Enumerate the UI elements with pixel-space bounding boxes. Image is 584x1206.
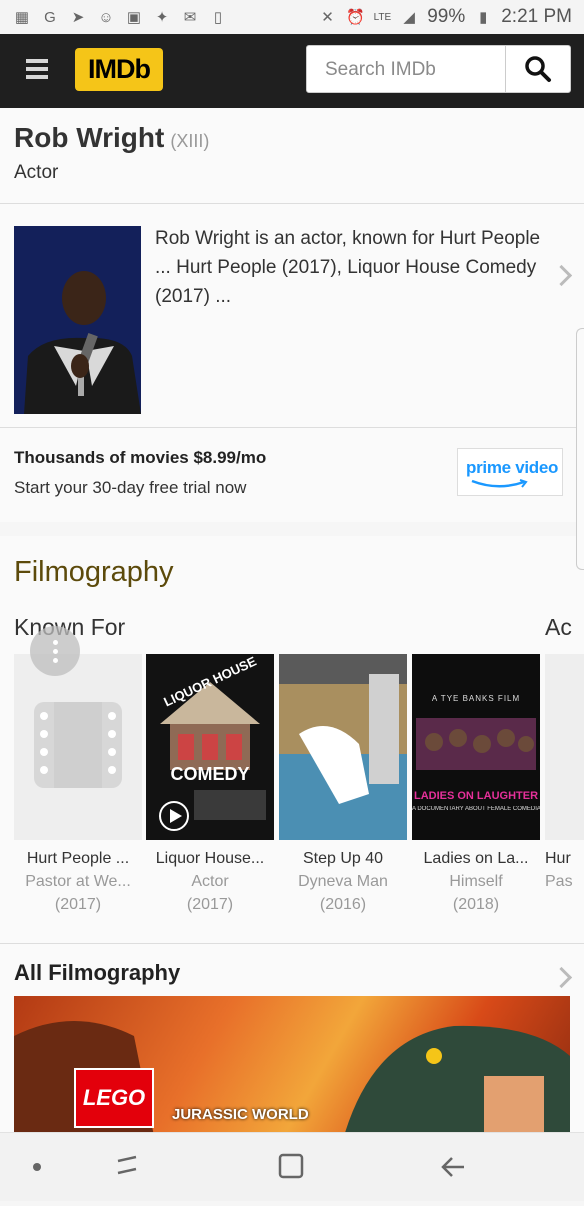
filmography-section: Filmography Known For Ac Hurt People ...… xyxy=(0,536,584,944)
banner-brand: LEGO xyxy=(74,1068,154,1128)
all-filmography-section[interactable]: All Filmography LEGO JURASSIC WORLD xyxy=(0,944,584,1132)
poster-placeholder xyxy=(545,654,584,840)
back-icon xyxy=(441,1157,464,1177)
card-title: Hur xyxy=(545,850,571,867)
signal-icon: ◢ xyxy=(403,9,415,26)
card-role: Pastor at We... xyxy=(25,873,131,890)
status-bar: ▦ G ➤ ☺ ▣ ✦ ✉ ▯ ✕ ⏰ LTE ◢ 99% ▮ 2:21 PM xyxy=(0,0,584,34)
clock: 2:21 PM xyxy=(501,6,572,27)
notification-icons: ▦ G ➤ ☺ ▣ ✦ ✉ ▯ xyxy=(12,7,228,27)
dot-icon xyxy=(52,639,58,645)
card-year: (2018) xyxy=(452,896,500,913)
poster-step-up xyxy=(279,654,407,840)
imdb-logo[interactable]: IMDb xyxy=(75,48,163,91)
mail-icon: ✉ xyxy=(183,9,197,26)
poster-credit: A TYE BANKS FILM xyxy=(431,694,521,703)
person-photo-illustration xyxy=(14,226,141,414)
card-year: (2017) xyxy=(186,896,234,913)
chevron-right-icon xyxy=(550,264,573,287)
card-year: (2016) xyxy=(319,896,367,913)
person-role: Actor xyxy=(14,162,59,183)
filmography-heading: Filmography xyxy=(14,556,174,588)
poster-title-bottom: COMEDY xyxy=(170,764,250,784)
card-year: (2017) xyxy=(54,896,102,913)
prime-video-text: prime video xyxy=(466,458,559,477)
poster-art xyxy=(279,654,407,840)
system-icons: ✕ ⏰ LTE ◢ 99% ▮ 2:21 PM xyxy=(318,6,572,28)
promo-title: Thousands of movies $8.99/mo xyxy=(14,448,267,467)
known-for-card[interactable]: Step Up 40 Dyneva Man (2016) xyxy=(279,654,407,914)
alarm-icon: ⏰ xyxy=(346,9,365,26)
scroll-handle[interactable] xyxy=(576,328,584,570)
name-header: Rob Wright (XIII) Actor xyxy=(0,108,584,204)
known-for-card[interactable]: A TYE BANKS FILM LADIES ON LAUGHTER A DO… xyxy=(412,654,540,914)
more-options-button[interactable] xyxy=(30,626,80,676)
card-role: Pas xyxy=(545,873,573,890)
account-icon: ☺ xyxy=(98,8,114,26)
next-category-label: Ac xyxy=(545,614,572,640)
poster-ladies-on-laughter: A TYE BANKS FILM LADIES ON LAUGHTER A DO… xyxy=(412,654,540,840)
phone-icon: ▯ xyxy=(213,9,223,26)
prime-promo[interactable]: Thousands of movies $8.99/mo Start your … xyxy=(0,428,584,522)
film-reel-icon xyxy=(34,702,122,788)
app-icon: ▦ xyxy=(14,9,30,26)
mute-icon: ✕ xyxy=(321,9,334,26)
system-nav-bar xyxy=(0,1132,584,1201)
app-bar: IMDb Search IMDb xyxy=(0,34,584,108)
person-name-text: Rob Wright xyxy=(14,122,165,153)
prime-smile-icon xyxy=(471,479,528,488)
menu-icon[interactable] xyxy=(26,59,48,81)
poster-subtitle: A DOCUMENTARY ABOUT FEMALE COMEDIANS IN … xyxy=(412,806,540,812)
known-for-card[interactable]: Hurt People ... Pastor at We... (2017) xyxy=(14,654,142,914)
poster-art xyxy=(412,654,540,840)
google-icon: G xyxy=(44,8,56,26)
chevron-right-icon xyxy=(550,966,573,989)
all-filmography-heading: All Filmography xyxy=(14,960,181,985)
image-icon: ▣ xyxy=(126,9,142,26)
known-for-card[interactable]: LIQUOR HOUSE COMEDY Liquor House... Acto… xyxy=(146,654,274,914)
card-role: Himself xyxy=(449,873,503,890)
poster-liquor-house: LIQUOR HOUSE COMEDY xyxy=(146,654,274,840)
person-name: Rob Wright (XIII) xyxy=(14,122,209,154)
home-icon xyxy=(278,1153,304,1179)
card-title: Liquor House... xyxy=(155,850,265,867)
card-role: Actor xyxy=(191,873,229,890)
search-button[interactable] xyxy=(505,45,571,93)
battery-text: 99% xyxy=(427,6,466,27)
card-role: Dyneva Man xyxy=(298,873,388,890)
card-title: Hurt People ... xyxy=(26,850,130,867)
bio-text: Rob Wright is an actor, known for Hurt P… xyxy=(155,228,541,307)
network-indicator: LTE xyxy=(373,11,392,23)
person-photo[interactable] xyxy=(14,226,141,414)
page-content: Rob Wright (XIII) Actor Rob Wright is an … xyxy=(0,108,584,1132)
twitter-icon: ✦ xyxy=(155,9,169,26)
search-input[interactable]: Search IMDb xyxy=(306,45,506,93)
prime-video-badge[interactable]: prime video xyxy=(457,448,563,496)
poster-placeholder xyxy=(14,654,142,840)
logo-text: IMDb xyxy=(88,54,151,84)
featured-banner[interactable]: LEGO JURASSIC WORLD xyxy=(14,996,570,1132)
promo-subtitle: Start your 30-day free trial now xyxy=(14,478,247,497)
card-title: Step Up 40 xyxy=(302,850,384,867)
recent-apps-icon xyxy=(117,1155,137,1175)
name-disambiguator: (XIII) xyxy=(170,131,210,151)
dot-icon xyxy=(52,657,58,663)
card-title: Ladies on La... xyxy=(423,850,529,867)
bio-section[interactable]: Rob Wright is an actor, known for Hurt P… xyxy=(0,204,584,428)
known-for-card[interactable]: Hur Pas xyxy=(545,654,584,891)
banner-title: JURASSIC WORLD xyxy=(172,1106,309,1123)
send-icon: ➤ xyxy=(71,9,85,26)
search-icon xyxy=(525,56,551,82)
search-placeholder: Search IMDb xyxy=(325,59,436,80)
dot-icon xyxy=(52,648,58,654)
dot-indicator-icon xyxy=(33,1163,41,1171)
battery-icon: ▮ xyxy=(479,9,488,26)
poster-title: LADIES ON LAUGHTER xyxy=(413,790,539,802)
nav-icons xyxy=(33,1153,464,1179)
